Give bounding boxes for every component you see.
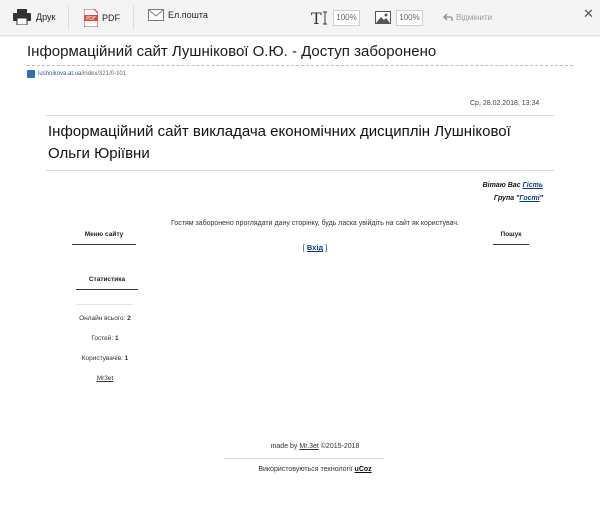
svg-text:T: T xyxy=(311,10,322,26)
toolbar-divider xyxy=(133,6,134,30)
footer-tech: Використовуються технології uCoz xyxy=(150,466,480,473)
email-button[interactable]: Ел.пошта xyxy=(148,9,208,21)
ucoz-link[interactable]: uCoz xyxy=(355,466,372,473)
greeting-block: Вітаю Вас Гість Група "Гості" xyxy=(483,179,543,205)
text-zoom-field[interactable]: 100% xyxy=(333,10,360,26)
print-toolbar: Друк PDF PDF Ел.пошта T 100% 100% Відмін… xyxy=(0,0,600,36)
group-link[interactable]: Гості xyxy=(519,195,539,202)
close-button[interactable]: ✕ xyxy=(583,6,594,22)
login-bracket-close: ] xyxy=(323,243,328,252)
svg-text:PDF: PDF xyxy=(86,16,96,22)
email-label: Ел.пошта xyxy=(168,10,208,20)
statistics-heading: Статистика xyxy=(76,276,138,290)
undo-arrow-icon xyxy=(443,13,453,21)
login-link[interactable]: Вхід xyxy=(307,243,323,252)
guest-link[interactable]: Гість xyxy=(522,182,543,189)
login-line: [ Вхід ] xyxy=(270,243,360,252)
source-url: lushnikova.at.ua /index/321/0-101 xyxy=(27,70,126,78)
print-button[interactable]: Друк xyxy=(12,9,55,25)
pdf-icon: PDF xyxy=(84,9,98,27)
site-title: Інформаційний сайт викладача економічних… xyxy=(48,123,511,162)
stat-online: Онлайн всього: 2 xyxy=(60,315,150,322)
page-date: Ср, 28.02.2018, 13:34 xyxy=(470,100,540,107)
stat-users-value: 1 xyxy=(124,355,129,362)
footer-copyright: ©2015-2018 xyxy=(318,443,360,450)
toolbar-divider xyxy=(68,6,69,30)
image-icon[interactable] xyxy=(375,11,391,24)
greeting-prefix: Вітаю Вас xyxy=(482,182,523,189)
stat-guests-label: Гостей: xyxy=(91,335,116,342)
statistics-divider xyxy=(76,304,133,305)
close-icon: ✕ xyxy=(583,6,594,21)
title-dashed-divider xyxy=(27,65,573,66)
text-size-icon[interactable]: T xyxy=(311,10,328,26)
group-line: Група "Гості" xyxy=(483,192,543,205)
stat-users: Користувачів: 1 xyxy=(60,355,150,362)
footer-divider xyxy=(224,458,384,459)
stat-users-label: Користувачів: xyxy=(81,355,125,362)
envelope-icon xyxy=(148,9,164,21)
print-label: Друк xyxy=(36,12,56,22)
undo-button[interactable]: Відмінити xyxy=(443,13,492,22)
site-favicon-icon xyxy=(27,70,35,78)
document-title: Інформаційний сайт Лушнікової О.Ю. - Дос… xyxy=(27,43,437,60)
online-user-link[interactable]: Mr3et xyxy=(60,375,150,382)
stat-guests-value: 1 xyxy=(115,335,119,342)
group-prefix: Група " xyxy=(493,195,520,202)
greeting-line: Вітаю Вас Гість xyxy=(483,179,543,192)
printer-icon xyxy=(13,9,31,25)
footer-made-by-prefix: made by xyxy=(270,443,300,450)
access-denied-message: Гостям заборонено проглядати дану сторін… xyxy=(171,220,459,227)
header-divider xyxy=(46,170,554,171)
author-link[interactable]: Mr.3et xyxy=(299,443,318,450)
stat-guests: Гостей: 1 xyxy=(60,335,150,342)
undo-label: Відмінити xyxy=(456,13,493,22)
footer-tech-prefix: Використовуються технології xyxy=(258,466,355,473)
image-zoom-field[interactable]: 100% xyxy=(396,10,423,26)
site-menu-heading: Меню сайту xyxy=(72,231,136,245)
header-divider xyxy=(46,115,554,116)
printable-page: Інформаційний сайт Лушнікової О.Ю. - Дос… xyxy=(0,37,600,507)
pdf-label: PDF xyxy=(102,13,120,23)
group-suffix: " xyxy=(539,195,543,202)
search-heading: Пошук xyxy=(493,231,529,245)
stat-online-label: Онлайн всього: xyxy=(79,315,128,322)
source-domain: lushnikova.at.ua xyxy=(38,71,82,77)
source-path: /index/321/0-101 xyxy=(81,71,127,77)
stat-online-value: 2 xyxy=(127,315,131,322)
pdf-button[interactable]: PDF PDF xyxy=(84,9,120,27)
footer-made-by: made by Mr.3et ©2015-2018 xyxy=(150,443,480,450)
